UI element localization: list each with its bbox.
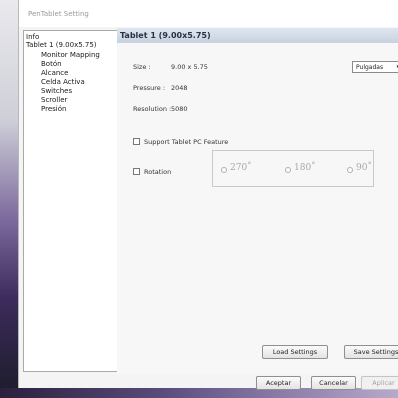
- pressure-value: 2048: [171, 84, 188, 92]
- accept-button[interactable]: Aceptar: [256, 376, 301, 390]
- tree-item-scroller[interactable]: Scroller: [41, 96, 67, 104]
- rotation-options-group: 270˚ 180˚ 90˚: [212, 150, 374, 187]
- size-value: 9.00 x 5.75: [171, 63, 208, 71]
- apply-button[interactable]: Aplicar: [361, 376, 398, 390]
- support-tablet-pc-checkbox[interactable]: [133, 138, 140, 145]
- size-label: Size :: [133, 63, 151, 71]
- tree-item-alcance[interactable]: Alcance: [41, 69, 68, 77]
- resolution-value: 5080: [171, 105, 188, 113]
- title-bar[interactable]: PenTablet Setting: [19, 0, 398, 27]
- pressure-label: Pressure :: [133, 84, 166, 92]
- tree-item-switches[interactable]: Switches: [41, 87, 72, 95]
- rotation-180-radio[interactable]: [285, 167, 291, 173]
- rotation-270-label: 270˚: [230, 163, 252, 173]
- tree-item-presion[interactable]: Presión: [41, 105, 66, 113]
- units-select-value: Pulgadas: [356, 64, 384, 71]
- rotation-180-label: 180˚: [294, 163, 316, 173]
- rotation-90-label: 90˚: [356, 163, 372, 173]
- rotation-270-radio[interactable]: [221, 167, 227, 173]
- load-settings-button[interactable]: Load Settings: [262, 345, 328, 359]
- support-tablet-pc-label: Support Tablet PC Feature: [144, 138, 229, 146]
- units-select[interactable]: Pulgadas ▾: [352, 61, 398, 73]
- tree-item-tablet[interactable]: Tablet 1 (9.00x5.75): [26, 41, 97, 49]
- resolution-label: Resolution :: [133, 105, 172, 113]
- panel-title: Tablet 1 (9.00x5.75): [120, 31, 211, 40]
- desktop-background: [0, 0, 18, 398]
- settings-panel: Size : 9.00 x 5.75 Pressure : 2048 Resol…: [117, 43, 398, 374]
- tree-item-celda-activa[interactable]: Celda Activa: [41, 78, 85, 86]
- pentablet-settings-window: PenTablet Setting Info Tablet 1 (9.00x5.…: [18, 0, 398, 390]
- window-title: PenTablet Setting: [28, 10, 89, 18]
- tree-item-monitor-mapping[interactable]: Monitor Mapping: [41, 51, 100, 59]
- tree-item-info[interactable]: Info: [26, 33, 39, 41]
- cancel-button[interactable]: Cancelar: [311, 376, 356, 390]
- rotation-checkbox[interactable]: [133, 168, 140, 175]
- tree-item-boton[interactable]: Botón: [41, 60, 62, 68]
- rotation-90-radio[interactable]: [347, 167, 353, 173]
- save-settings-button[interactable]: Save Settings: [344, 345, 398, 359]
- panel-header: Tablet 1 (9.00x5.75): [117, 28, 398, 43]
- rotation-label: Rotation: [144, 168, 172, 176]
